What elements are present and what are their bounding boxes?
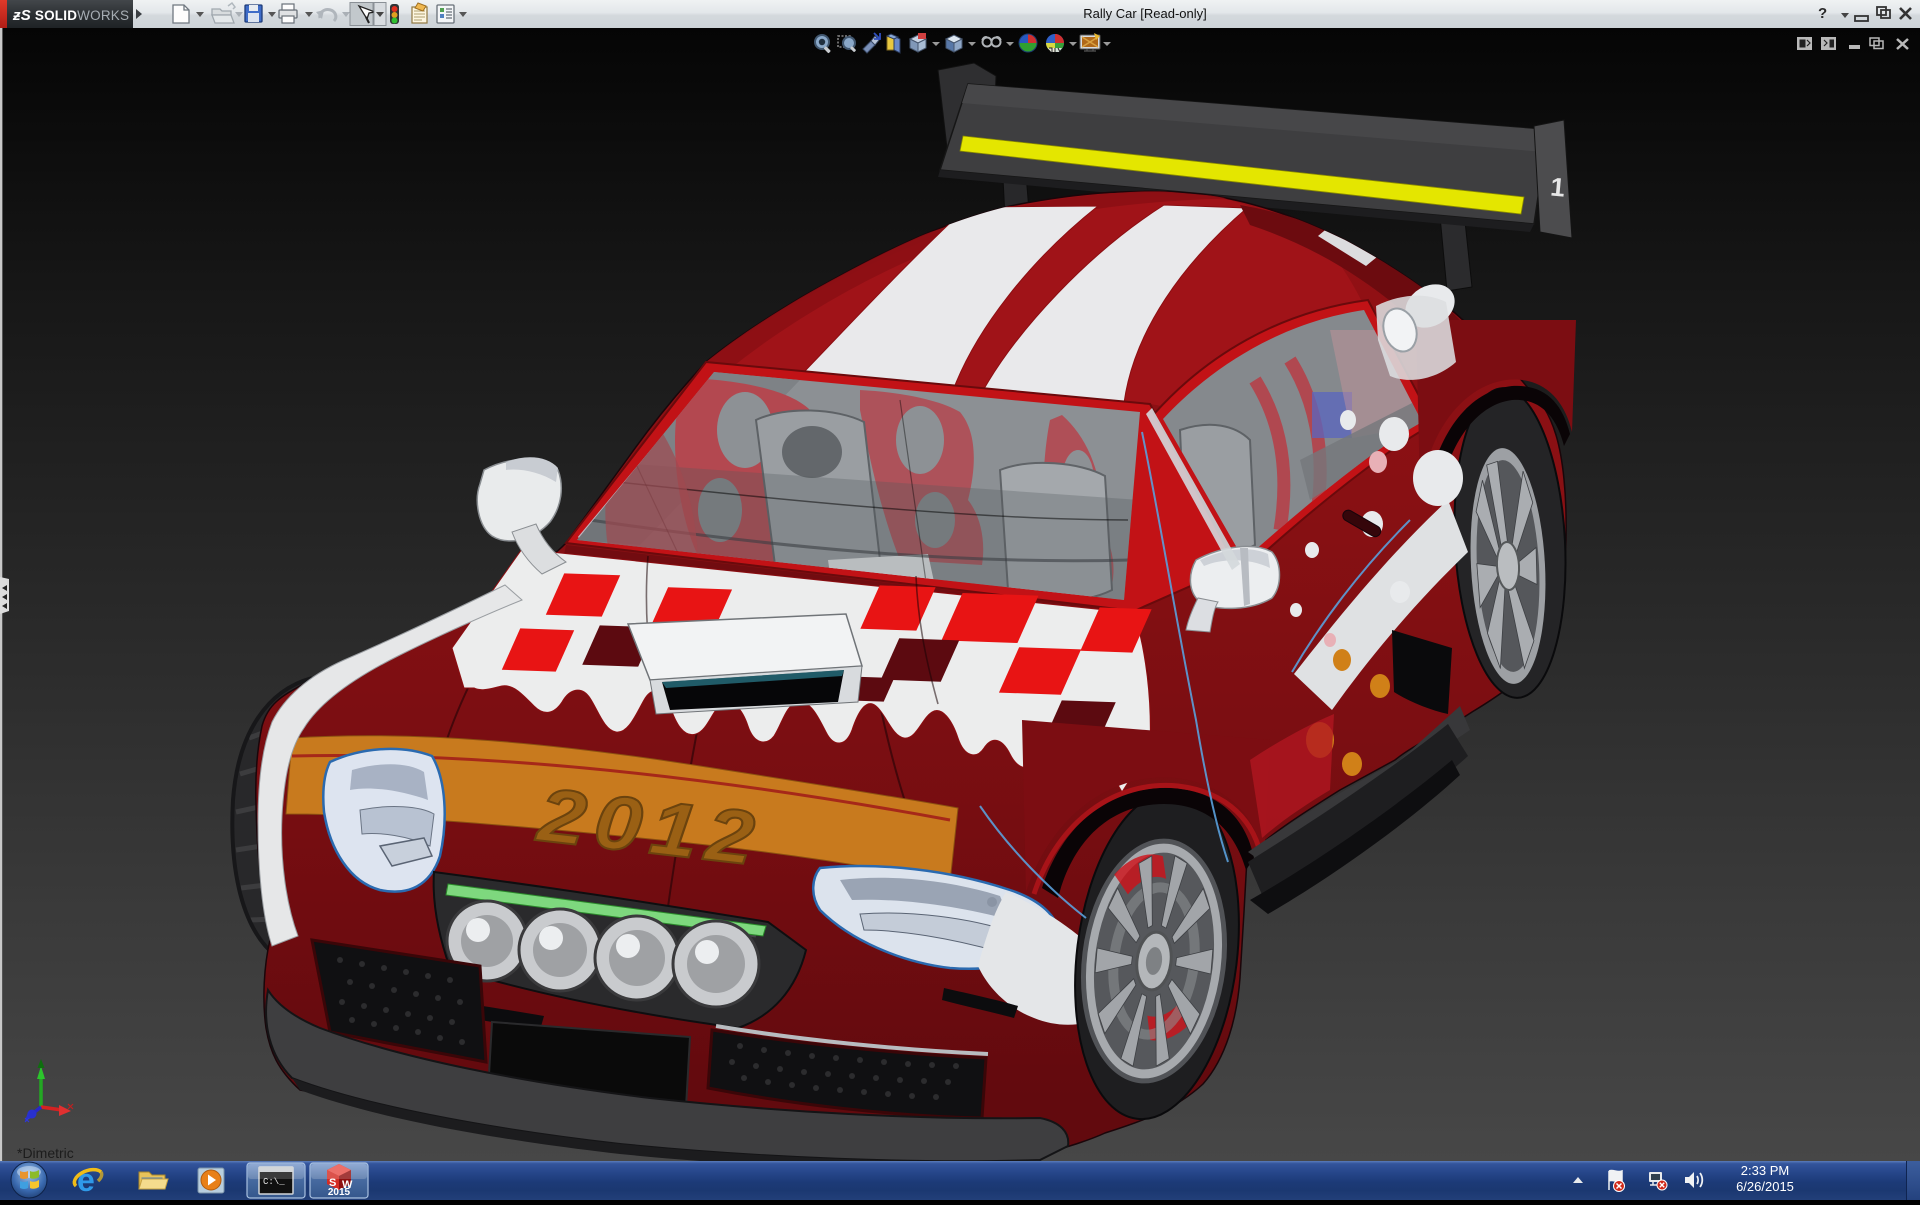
svg-text:2015: 2015: [328, 1187, 351, 1198]
svg-text:1: 1: [1549, 171, 1566, 202]
svg-text:*Dimetric: *Dimetric: [17, 1145, 74, 1161]
svg-text:e: e: [77, 1162, 95, 1198]
